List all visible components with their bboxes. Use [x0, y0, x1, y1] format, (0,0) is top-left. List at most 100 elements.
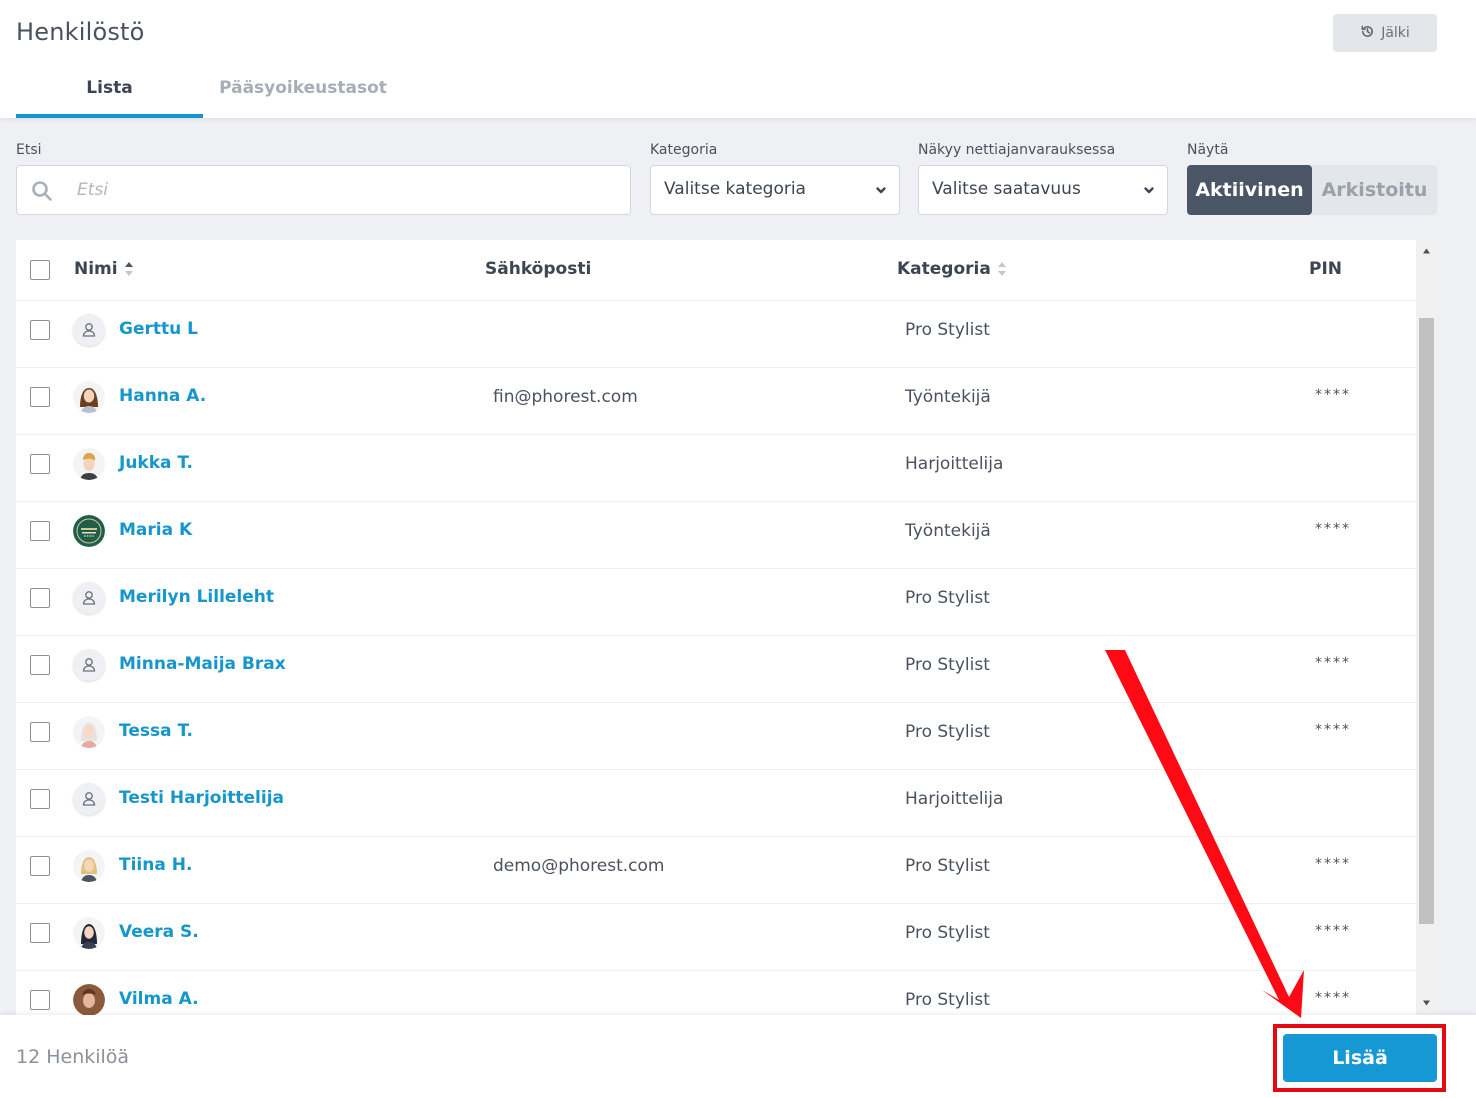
category-select-value: Valitse kategoria: [664, 179, 806, 199]
staff-name-link[interactable]: Tessa T.: [119, 721, 193, 741]
staff-name-link[interactable]: Tiina H.: [119, 855, 192, 875]
staff-count: 12 Henkilöä: [16, 1046, 130, 1068]
staff-name-link[interactable]: Gerttu L: [119, 319, 198, 339]
page-header: Henkilöstö Jälki Lista Pääsyoikeustasot: [0, 0, 1476, 118]
staff-category: Pro Stylist: [905, 923, 990, 943]
row-checkbox[interactable]: [30, 521, 50, 541]
green-badge-avatar: [73, 515, 105, 547]
table-row[interactable]: Hanna A. fin@phorest.com Työntekijä ****: [16, 368, 1416, 435]
staff-category: Harjoittelija: [905, 789, 1004, 809]
page-footer: 12 Henkilöä Lisää: [0, 1015, 1476, 1098]
staff-pin: ****: [1315, 856, 1351, 872]
staff-category: Pro Stylist: [905, 722, 990, 742]
staff-name-link[interactable]: Maria K: [119, 520, 192, 540]
history-icon: [1360, 24, 1375, 43]
woman-brown-hair-avatar: [73, 381, 105, 413]
generic-person-icon: [73, 582, 105, 614]
staff-category: Pro Stylist: [905, 990, 990, 1010]
staff-category: Harjoittelija: [905, 454, 1004, 474]
select-all-checkbox[interactable]: [30, 260, 50, 280]
woman-dark-hair-avatar: [73, 917, 105, 949]
staff-email: fin@phorest.com: [493, 387, 638, 407]
column-header-category[interactable]: Kategoria: [897, 259, 1007, 279]
man-blond-avatar: [73, 448, 105, 480]
table-row[interactable]: Testi Harjoittelija Harjoittelija: [16, 770, 1416, 837]
staff-name-link[interactable]: Merilyn Lilleleht: [119, 587, 274, 607]
search-icon: [32, 181, 52, 201]
table-row[interactable]: Maria K Työntekijä ****: [16, 502, 1416, 569]
table-row[interactable]: Gerttu L Pro Stylist: [16, 301, 1416, 368]
staff-name-link[interactable]: Hanna A.: [119, 386, 206, 406]
column-header-email-label: Sähköposti: [485, 259, 592, 279]
staff-name-link[interactable]: Minna-Maija Brax: [119, 654, 286, 674]
scroll-up-arrow-icon[interactable]: [1421, 246, 1432, 257]
search-field[interactable]: [16, 165, 631, 215]
table-row[interactable]: Tessa T. Pro Stylist ****: [16, 703, 1416, 770]
row-checkbox[interactable]: [30, 722, 50, 742]
row-checkbox[interactable]: [30, 387, 50, 407]
status-toggle: Aktiivinen Arkistoitu: [1187, 165, 1437, 215]
history-button[interactable]: Jälki: [1333, 14, 1437, 52]
column-header-category-label: Kategoria: [897, 259, 991, 279]
column-header-name[interactable]: Nimi: [74, 259, 134, 279]
availability-select[interactable]: Valitse saatavuus: [918, 165, 1168, 215]
table-row[interactable]: Jukka T. Harjoittelija: [16, 435, 1416, 502]
staff-pin: ****: [1315, 655, 1351, 671]
table-header: Nimi Sähköposti Kategoria PIN: [16, 240, 1416, 301]
sort-icon: [997, 262, 1006, 276]
staff-name-link[interactable]: Jukka T.: [119, 453, 193, 473]
show-filter-label: Näytä: [1187, 142, 1229, 158]
table-row[interactable]: Tiina H. demo@phorest.com Pro Stylist **…: [16, 837, 1416, 904]
table-row[interactable]: Merilyn Lilleleht Pro Stylist: [16, 569, 1416, 636]
staff-name-link[interactable]: Veera S.: [119, 922, 199, 942]
staff-email: demo@phorest.com: [493, 856, 665, 876]
row-checkbox[interactable]: [30, 923, 50, 943]
toggle-aktiivinen[interactable]: Aktiivinen: [1187, 165, 1312, 215]
search-label: Etsi: [16, 142, 42, 158]
online-booking-label: Näkyy nettiajanvarauksessa: [918, 142, 1116, 158]
availability-select-value: Valitse saatavuus: [932, 179, 1081, 199]
row-checkbox[interactable]: [30, 789, 50, 809]
column-header-email: Sähköposti: [485, 259, 591, 279]
generic-person-icon: [73, 314, 105, 346]
search-input[interactable]: [77, 174, 617, 206]
annotation-highlight-box: [1273, 1024, 1446, 1092]
staff-table: Nimi Sähköposti Kategoria PIN Gerttu L P…: [16, 240, 1416, 1015]
category-select[interactable]: Valitse kategoria: [650, 165, 900, 215]
staff-pin: ****: [1315, 521, 1351, 537]
staff-name-link[interactable]: Testi Harjoittelija: [119, 788, 284, 808]
row-checkbox[interactable]: [30, 856, 50, 876]
tab-paasyoikeustasot[interactable]: Pääsyoikeustasot: [203, 78, 403, 118]
page-title: Henkilöstö: [16, 18, 145, 46]
staff-pin: ****: [1315, 722, 1351, 738]
woman-blonde-avatar: [73, 850, 105, 882]
staff-category: Työntekijä: [905, 387, 991, 407]
staff-category: Pro Stylist: [905, 588, 990, 608]
column-header-pin-label: PIN: [1309, 259, 1343, 279]
table-row[interactable]: Vilma A. Pro Stylist ****: [16, 971, 1416, 1015]
scroll-down-arrow-icon[interactable]: [1421, 997, 1432, 1008]
category-filter-label: Kategoria: [650, 142, 718, 158]
row-checkbox[interactable]: [30, 588, 50, 608]
tab-lista[interactable]: Lista: [16, 78, 203, 118]
woman-photo-avatar: [73, 984, 105, 1015]
generic-person-icon: [73, 649, 105, 681]
chevron-down-icon: [876, 187, 886, 194]
row-checkbox[interactable]: [30, 454, 50, 474]
staff-category: Pro Stylist: [905, 320, 990, 340]
staff-pin: ****: [1315, 923, 1351, 939]
row-checkbox[interactable]: [30, 655, 50, 675]
table-row[interactable]: Minna-Maija Brax Pro Stylist ****: [16, 636, 1416, 703]
table-row[interactable]: Veera S. Pro Stylist ****: [16, 904, 1416, 971]
chevron-down-icon: [1144, 187, 1154, 194]
staff-name-link[interactable]: Vilma A.: [119, 989, 199, 1009]
row-checkbox[interactable]: [30, 320, 50, 340]
staff-pin: ****: [1315, 990, 1351, 1006]
column-header-pin: PIN: [1309, 259, 1342, 279]
toggle-arkistoitu[interactable]: Arkistoitu: [1312, 165, 1437, 215]
sort-asc-icon: [124, 262, 133, 276]
history-button-label: Jälki: [1381, 25, 1410, 41]
row-checkbox[interactable]: [30, 990, 50, 1010]
scrollbar-thumb[interactable]: [1419, 318, 1434, 924]
generic-person-icon: [73, 783, 105, 815]
